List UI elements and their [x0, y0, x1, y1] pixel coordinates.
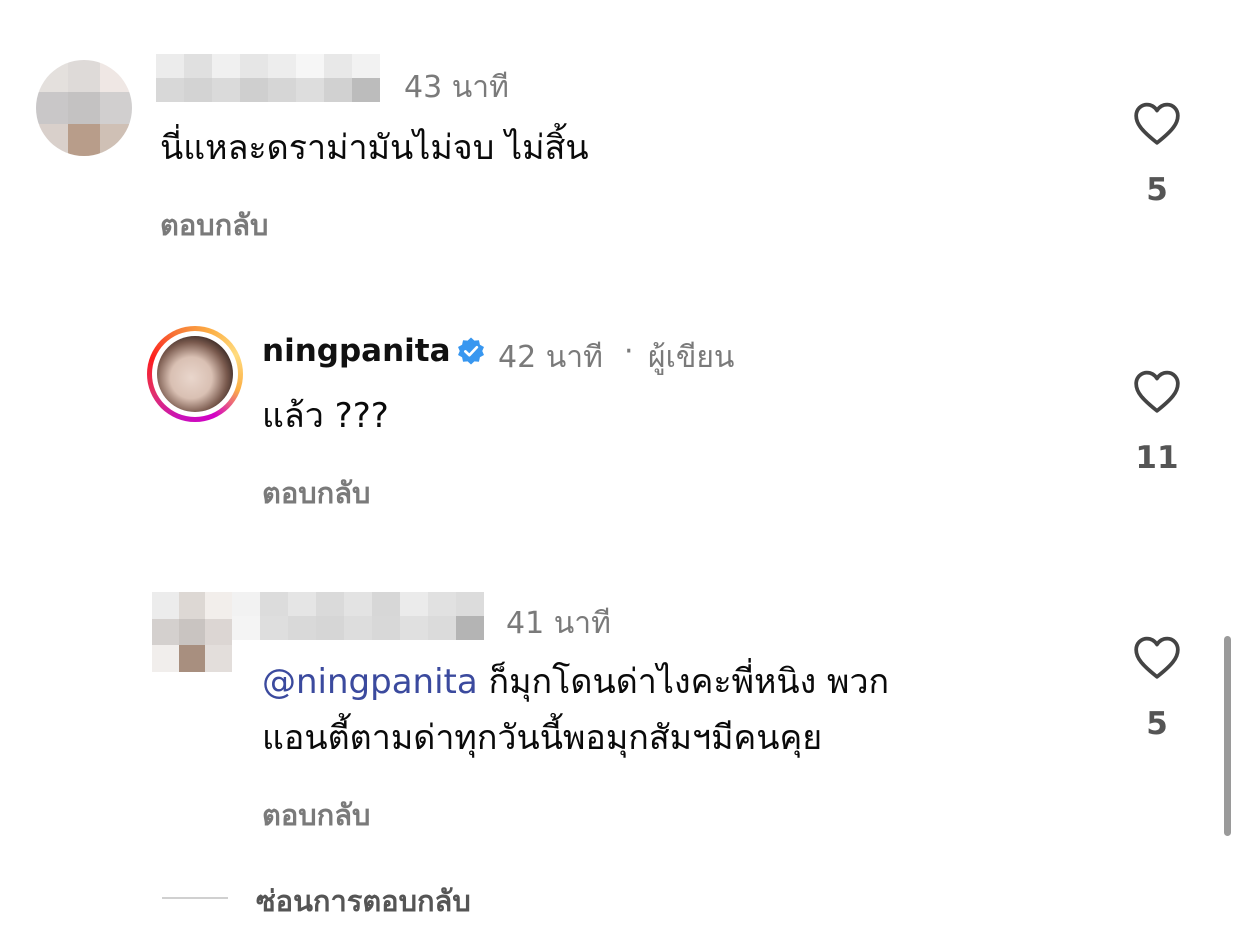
reply-button[interactable]: ตอบกลับ [160, 202, 268, 248]
comment-2: ningpanita 42 นาที · ผู้เขียน แล้ว ??? ต… [0, 300, 1242, 540]
avatar[interactable] [36, 60, 132, 156]
mention-link[interactable]: @ningpanita [262, 662, 478, 702]
comment-1: 43 นาที นี่แหละดราม่ามันไม่จบ ไม่สิ้น ตอ… [0, 0, 1242, 280]
scrollbar[interactable] [1224, 636, 1231, 836]
like-count: 5 [1146, 172, 1168, 208]
blurred-username[interactable] [232, 592, 484, 640]
heart-icon[interactable] [1132, 368, 1182, 414]
heart-icon[interactable] [1132, 100, 1182, 146]
author-badge: ผู้เขียน [648, 340, 735, 375]
avatar[interactable] [157, 336, 233, 412]
reply-button[interactable]: ตอบกลับ [262, 792, 370, 838]
like-control: 11 [1122, 368, 1192, 476]
comment-text: แล้ว ??? [262, 396, 389, 436]
comment-text-line-1: @ningpanita ก็มุกโดนด่าไงคะพี่หนิง พวก [262, 654, 1102, 710]
like-control: 5 [1122, 634, 1192, 742]
comment-text-part: ก็มุกโดนด่าไงคะพี่หนิง พวก [488, 662, 890, 702]
like-count: 11 [1135, 440, 1179, 476]
blurred-username[interactable] [156, 54, 380, 102]
verified-badge-icon [458, 337, 484, 365]
hide-replies-line [162, 897, 228, 899]
comment-time: 43 นาที [404, 70, 509, 105]
comment-3: 41 นาที @ningpanita ก็มุกโดนด่าไงคะพี่หน… [0, 570, 1242, 850]
comment-time: 42 นาที [498, 340, 603, 375]
username[interactable]: ningpanita [262, 333, 451, 369]
like-count: 5 [1146, 706, 1168, 742]
avatar[interactable] [152, 592, 232, 672]
comment-text: นี่แหละดราม่ามันไม่จบ ไม่สิ้น [160, 128, 589, 168]
meta-separator: · [624, 334, 634, 369]
like-control: 5 [1122, 100, 1192, 208]
hide-replies-button[interactable]: ซ่อนการตอบกลับ [256, 878, 471, 924]
comment-text-line-2: แอนตี้ตามด่าทุกวันนี้พอมุกสัมฯมีคนคุย [262, 718, 823, 758]
comment-time: 41 นาที [506, 606, 611, 641]
heart-icon[interactable] [1132, 634, 1182, 680]
comment-text: @ningpanita ก็มุกโดนด่าไงคะพี่หนิง พวก แ… [262, 654, 1102, 766]
reply-button[interactable]: ตอบกลับ [262, 470, 370, 516]
